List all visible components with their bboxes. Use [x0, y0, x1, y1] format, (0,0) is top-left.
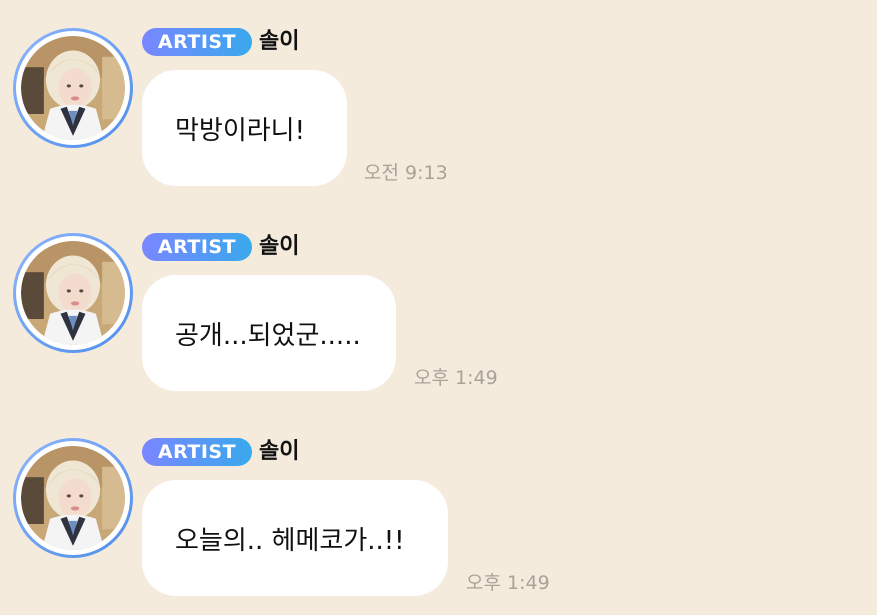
message-bubble[interactable]: 공개...되었군.....	[142, 275, 396, 391]
artist-badge: ARTIST	[142, 438, 252, 466]
artist-badge: ARTIST	[142, 233, 252, 261]
chat-message: ARTIST 솔이 막방이라니! 오전 9:13	[0, 0, 877, 190]
sender-name: 솔이	[259, 234, 300, 259]
sender-name: 솔이	[259, 439, 300, 464]
message-text: 막방이라니!	[175, 115, 306, 146]
sender-name: 솔이	[259, 29, 300, 54]
chat-message: ARTIST 솔이 공개...되었군..... 오후 1:49	[0, 205, 877, 395]
avatar[interactable]	[13, 28, 133, 148]
message-text: 오늘의.. 헤메코가..!!	[175, 525, 405, 556]
message-timestamp: 오전 9:13	[364, 162, 448, 184]
profile-photo-icon	[21, 36, 125, 140]
avatar-frame	[16, 236, 130, 350]
chat-message: ARTIST 솔이 오늘의.. 헤메코가..!! 오후 1:49	[0, 410, 877, 600]
avatar[interactable]	[13, 438, 133, 558]
avatar-frame	[16, 441, 130, 555]
profile-photo-icon	[21, 446, 125, 550]
chat-view: ARTIST 솔이 막방이라니! 오전 9:13 ARTIST 솔이 공개...…	[0, 0, 877, 615]
message-bubble[interactable]: 오늘의.. 헤메코가..!!	[142, 480, 448, 596]
message-timestamp: 오후 1:49	[466, 572, 550, 594]
message-text: 공개...되었군.....	[175, 320, 361, 351]
avatar-frame	[16, 31, 130, 145]
avatar[interactable]	[13, 233, 133, 353]
profile-photo-icon	[21, 241, 125, 345]
artist-badge: ARTIST	[142, 28, 252, 56]
message-timestamp: 오후 1:49	[414, 367, 498, 389]
message-bubble[interactable]: 막방이라니!	[142, 70, 347, 186]
